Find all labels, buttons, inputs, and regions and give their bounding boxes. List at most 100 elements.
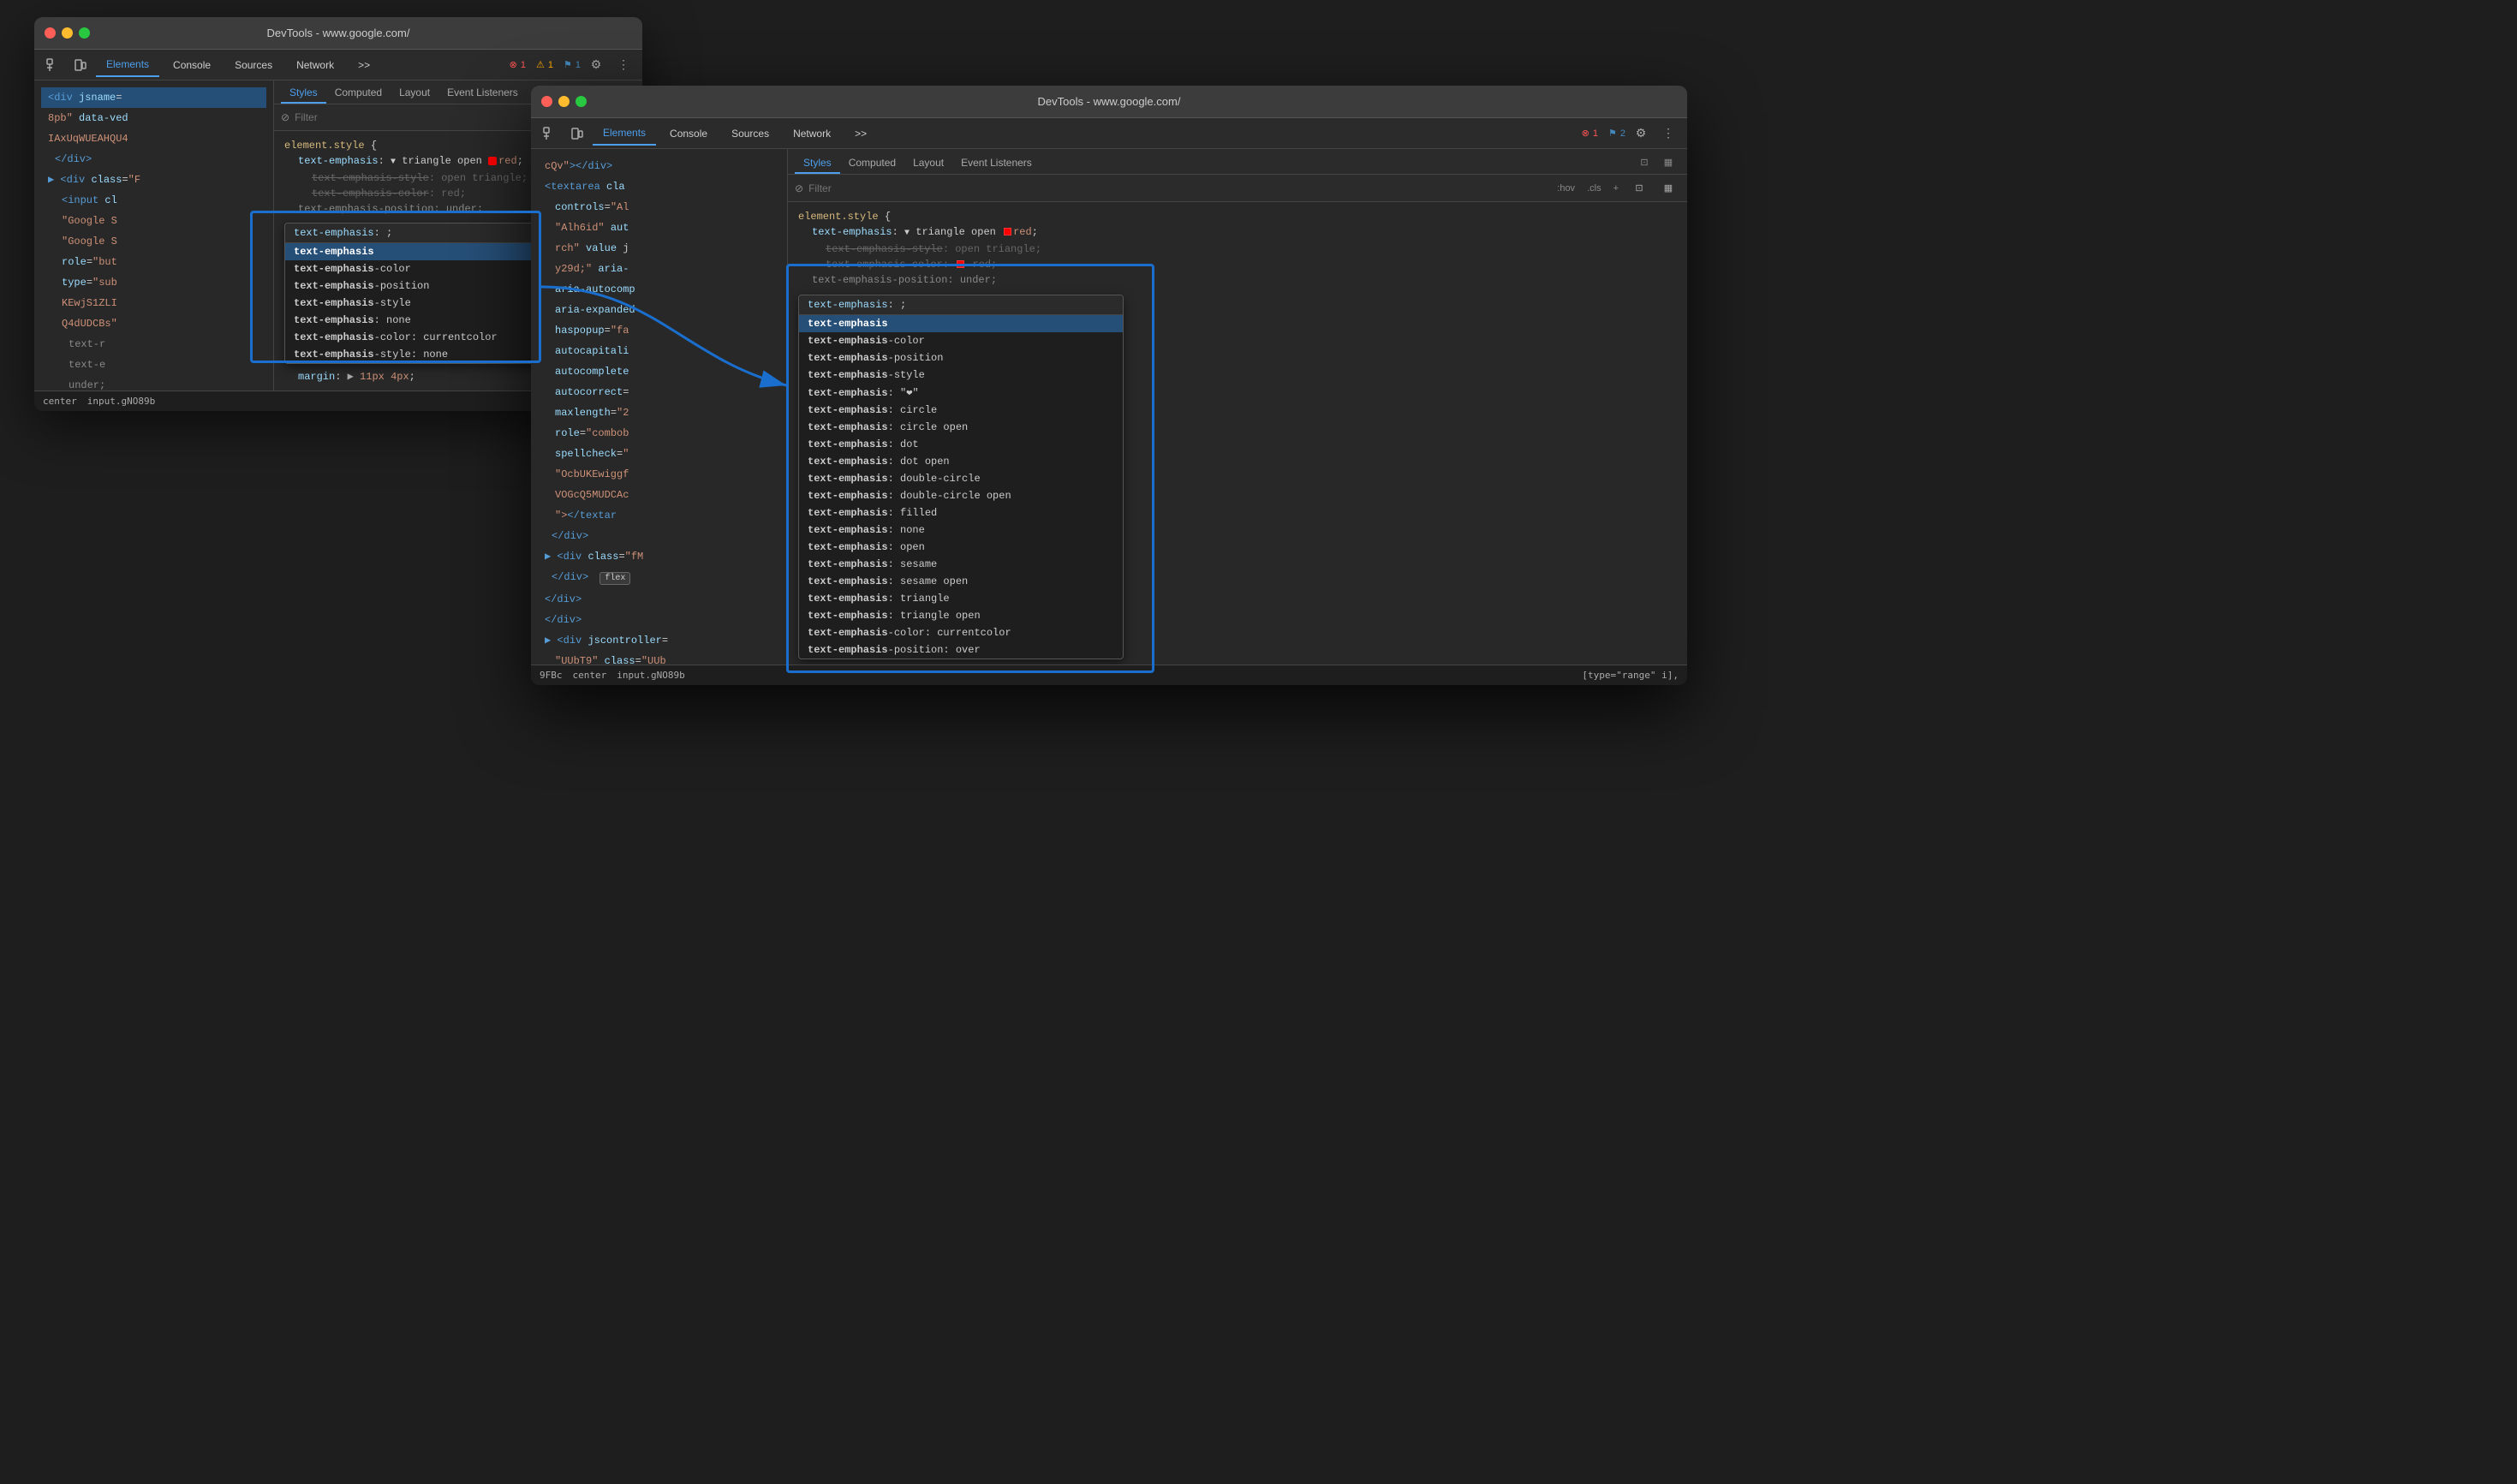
dom-row[interactable]: autocapitali [538, 341, 780, 361]
fg-autocomplete-item-3[interactable]: text-emphasis-style [799, 367, 1123, 384]
fg-panel-icon1[interactable]: ⊡ [1632, 150, 1656, 174]
fg-filter-input[interactable] [808, 182, 1548, 194]
fg-autocomplete-item-5[interactable]: text-emphasis: circle [799, 402, 1123, 419]
bg-autocomplete-item[interactable]: text-emphasis: none [285, 312, 558, 329]
dom-row[interactable]: spellcheck=" [538, 444, 780, 464]
dom-row[interactable]: ▶ <div jscontroller= [538, 630, 780, 651]
fg-autocomplete-item-18[interactable]: text-emphasis-color: currentcolor [799, 624, 1123, 641]
fg-autocomplete-item-1[interactable]: text-emphasis-color [799, 332, 1123, 349]
dom-row[interactable]: autocomplete [538, 361, 780, 382]
fg-more-icon[interactable]: ⋮ [1656, 122, 1680, 146]
dom-row[interactable]: autocorrect= [538, 382, 780, 402]
dom-row[interactable]: Q4dUDCBs" [41, 313, 266, 334]
dom-row[interactable]: under; [41, 375, 266, 390]
dom-row[interactable]: haspopup="fa [538, 320, 780, 341]
fg-autocomplete-item-8[interactable]: text-emphasis: dot open [799, 453, 1123, 470]
dom-row[interactable]: </div> [538, 610, 780, 630]
fg-add-btn[interactable]: + [1610, 182, 1622, 195]
dom-row[interactable]: <textarea cla [538, 176, 780, 197]
dom-row[interactable]: VOGcQ5MUDCAc [538, 485, 780, 505]
dom-row[interactable]: <div jsname= [41, 87, 266, 108]
fg-tab-console[interactable]: Console [659, 122, 718, 146]
fg-filter-icon2[interactable]: ⊡ [1627, 176, 1651, 200]
bg-more-icon[interactable]: ⋮ [611, 53, 635, 77]
dom-row[interactable]: <input cl [41, 190, 266, 211]
fg-tab-layout[interactable]: Layout [904, 153, 952, 174]
dom-row[interactable]: aria-expanded [538, 300, 780, 320]
dom-row[interactable]: "OcbUKEwiggf [538, 464, 780, 485]
dom-row[interactable]: aria-autocomp [538, 279, 780, 300]
fg-autocomplete-item-11[interactable]: text-emphasis: filled [799, 504, 1123, 521]
bg-autocomplete-item[interactable]: text-emphasis [285, 243, 558, 260]
bg-tab-sources[interactable]: Sources [224, 53, 283, 77]
bg-close-button[interactable] [45, 27, 56, 39]
dom-row[interactable]: IAxUqWUEAHQU4 [41, 128, 266, 149]
fg-close-button[interactable] [541, 96, 552, 107]
bg-tab-event-listeners[interactable]: Event Listeners [438, 83, 527, 104]
bg-tab-styles[interactable]: Styles [281, 83, 326, 104]
dom-row[interactable]: ▶ <div class="F [41, 170, 266, 190]
fg-autocomplete-item-7[interactable]: text-emphasis: dot [799, 436, 1123, 453]
bg-autocomplete-item[interactable]: text-emphasis-style [285, 295, 558, 312]
bg-autocomplete-input[interactable]: text-emphasis: ; [285, 223, 558, 243]
bg-filter-input[interactable] [295, 111, 562, 123]
dom-row[interactable]: </div> flex [538, 567, 780, 589]
bg-tab-console[interactable]: Console [163, 53, 221, 77]
dom-row[interactable]: maxlength="2 [538, 402, 780, 423]
dom-row[interactable]: text-e [41, 355, 266, 375]
fg-autocomplete-item-17[interactable]: text-emphasis: triangle open [799, 607, 1123, 624]
dom-row[interactable]: "Google S [41, 231, 266, 252]
fg-device-icon[interactable] [565, 122, 589, 146]
bg-autocomplete-item[interactable]: text-emphasis-color: currentcolor [285, 329, 558, 346]
dom-row[interactable]: </div> [538, 526, 780, 546]
dom-row[interactable]: y29d;" aria- [538, 259, 780, 279]
fg-tab-more[interactable]: >> [844, 122, 877, 146]
fg-autocomplete-item-2[interactable]: text-emphasis-position [799, 349, 1123, 367]
fg-autocomplete-item-19[interactable]: text-emphasis-position: over [799, 641, 1123, 659]
fg-autocomplete-item-10[interactable]: text-emphasis: double-circle open [799, 487, 1123, 504]
bg-autocomplete-item[interactable]: text-emphasis-position [285, 277, 558, 295]
bg-minimize-button[interactable] [62, 27, 73, 39]
fg-minimize-button[interactable] [558, 96, 570, 107]
fg-cls-btn[interactable]: .cls [1584, 182, 1605, 195]
dom-row[interactable]: KEwjS1ZLI [41, 293, 266, 313]
css-sub2[interactable]: text-emphasis-color: red; [798, 257, 1677, 272]
dom-row[interactable]: "></textar [538, 505, 780, 526]
bg-tab-elements[interactable]: Elements [96, 53, 159, 77]
dom-row[interactable]: text-r [41, 334, 266, 355]
fg-tab-computed[interactable]: Computed [840, 153, 904, 174]
dom-row[interactable]: "Alh6id" aut [538, 218, 780, 238]
fg-autocomplete-item-4[interactable]: text-emphasis: "❤" [799, 384, 1123, 402]
bg-autocomplete-item[interactable]: text-emphasis-style: none [285, 346, 558, 363]
dom-row[interactable]: "Google S [41, 211, 266, 231]
bg-tab-computed[interactable]: Computed [326, 83, 391, 104]
bg-tab-layout[interactable]: Layout [391, 83, 438, 104]
fg-autocomplete-item-9[interactable]: text-emphasis: double-circle [799, 470, 1123, 487]
fg-autocomplete-item-6[interactable]: text-emphasis: circle open [799, 419, 1123, 436]
fg-maximize-button[interactable] [576, 96, 587, 107]
fg-tab-styles[interactable]: Styles [795, 153, 840, 174]
fg-hov-btn[interactable]: :hov [1554, 182, 1578, 195]
dom-row[interactable]: rch" value j [538, 238, 780, 259]
dom-row[interactable]: </div> [538, 589, 780, 610]
dom-row[interactable]: ▶ <div class="fM [538, 546, 780, 567]
fg-autocomplete-item-14[interactable]: text-emphasis: sesame [799, 556, 1123, 573]
bg-device-icon[interactable] [69, 53, 92, 77]
fg-settings-icon[interactable]: ⚙ [1629, 122, 1653, 146]
dom-row[interactable]: "UUbT9" class="UUb [538, 651, 780, 665]
fg-autocomplete-input[interactable]: text-emphasis: ; [799, 295, 1123, 315]
fg-tab-event-listeners[interactable]: Event Listeners [952, 153, 1041, 174]
bg-tab-network[interactable]: Network [286, 53, 344, 77]
dom-row[interactable]: 8pb" data-ved [41, 108, 266, 128]
bg-tab-more[interactable]: >> [348, 53, 380, 77]
fg-tab-network[interactable]: Network [783, 122, 841, 146]
bg-maximize-button[interactable] [79, 27, 90, 39]
bg-autocomplete-item[interactable]: text-emphasis-color [285, 260, 558, 277]
dom-row[interactable]: </div> [41, 149, 266, 170]
dom-row[interactable]: role="but [41, 252, 266, 272]
fg-autocomplete-item-13[interactable]: text-emphasis: open [799, 539, 1123, 556]
fg-autocomplete-item-16[interactable]: text-emphasis: triangle [799, 590, 1123, 607]
css-emphasis-line[interactable]: text-emphasis: ▼ triangle open red; [798, 224, 1677, 241]
fg-autocomplete-item-15[interactable]: text-emphasis: sesame open [799, 573, 1123, 590]
fg-tab-sources[interactable]: Sources [721, 122, 779, 146]
